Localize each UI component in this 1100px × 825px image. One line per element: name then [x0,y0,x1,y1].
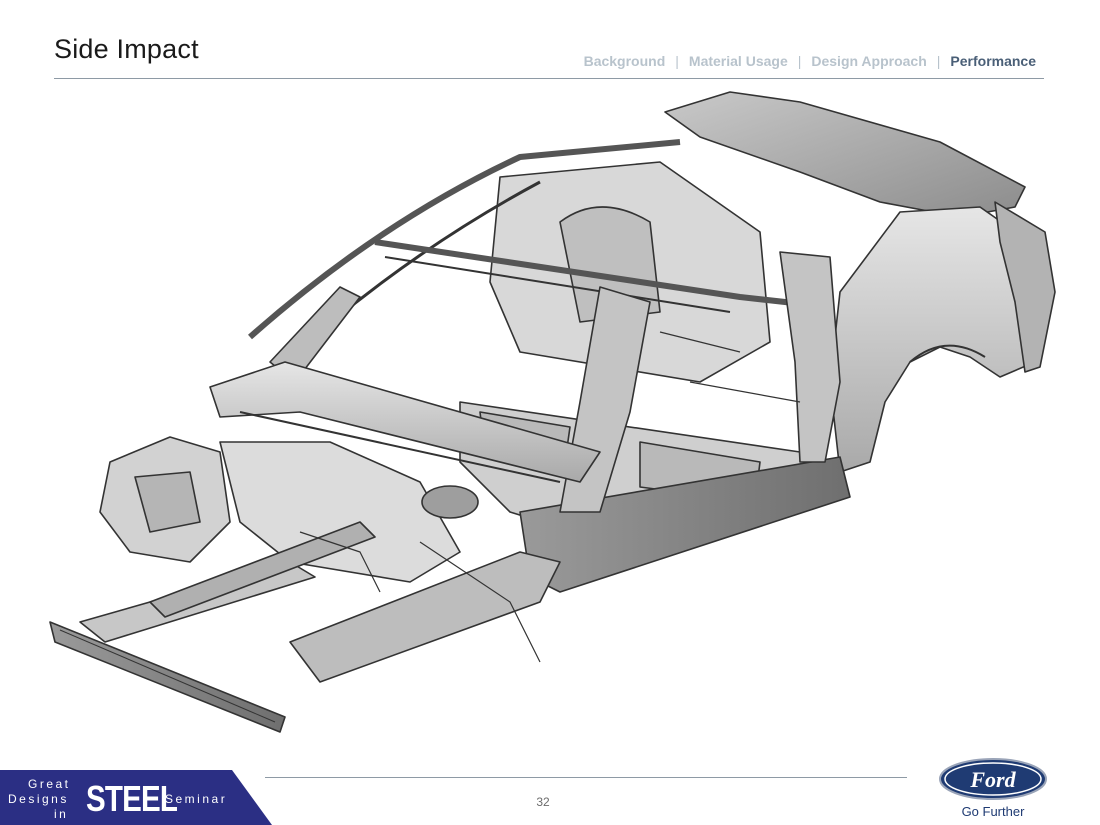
page-number: 32 [536,795,550,809]
footer-divider [265,777,907,778]
great-designs-in-steel-logo: Great Designs in STEEL Seminar [0,770,280,825]
nav-item-performance[interactable]: Performance [950,53,1036,69]
header-divider [54,78,1044,79]
section-nav: Background | Material Usage | Design App… [584,53,1036,69]
nav-separator: | [675,53,679,69]
banner-word-seminar: Seminar [165,792,228,806]
svg-text:Ford: Ford [969,767,1016,792]
slide-title: Side Impact [54,34,199,64]
ford-oval-logo: Ford [939,758,1047,800]
nav-separator: | [797,53,802,69]
nav-item-material-usage[interactable]: Material Usage [689,53,788,69]
nav-item-design-approach[interactable]: Design Approach [811,53,926,69]
brand-tagline: Go Further [961,804,1025,819]
car-body-in-white-illustration [49,91,1056,733]
nav-item-background[interactable]: Background [584,53,666,69]
banner-word-designs: Designs [8,792,69,806]
nav-separator: | [936,53,941,69]
banner-word-great: Great [28,777,71,791]
banner-word-in: in [54,807,69,821]
banner-word-steel: STEEL [86,778,178,819]
